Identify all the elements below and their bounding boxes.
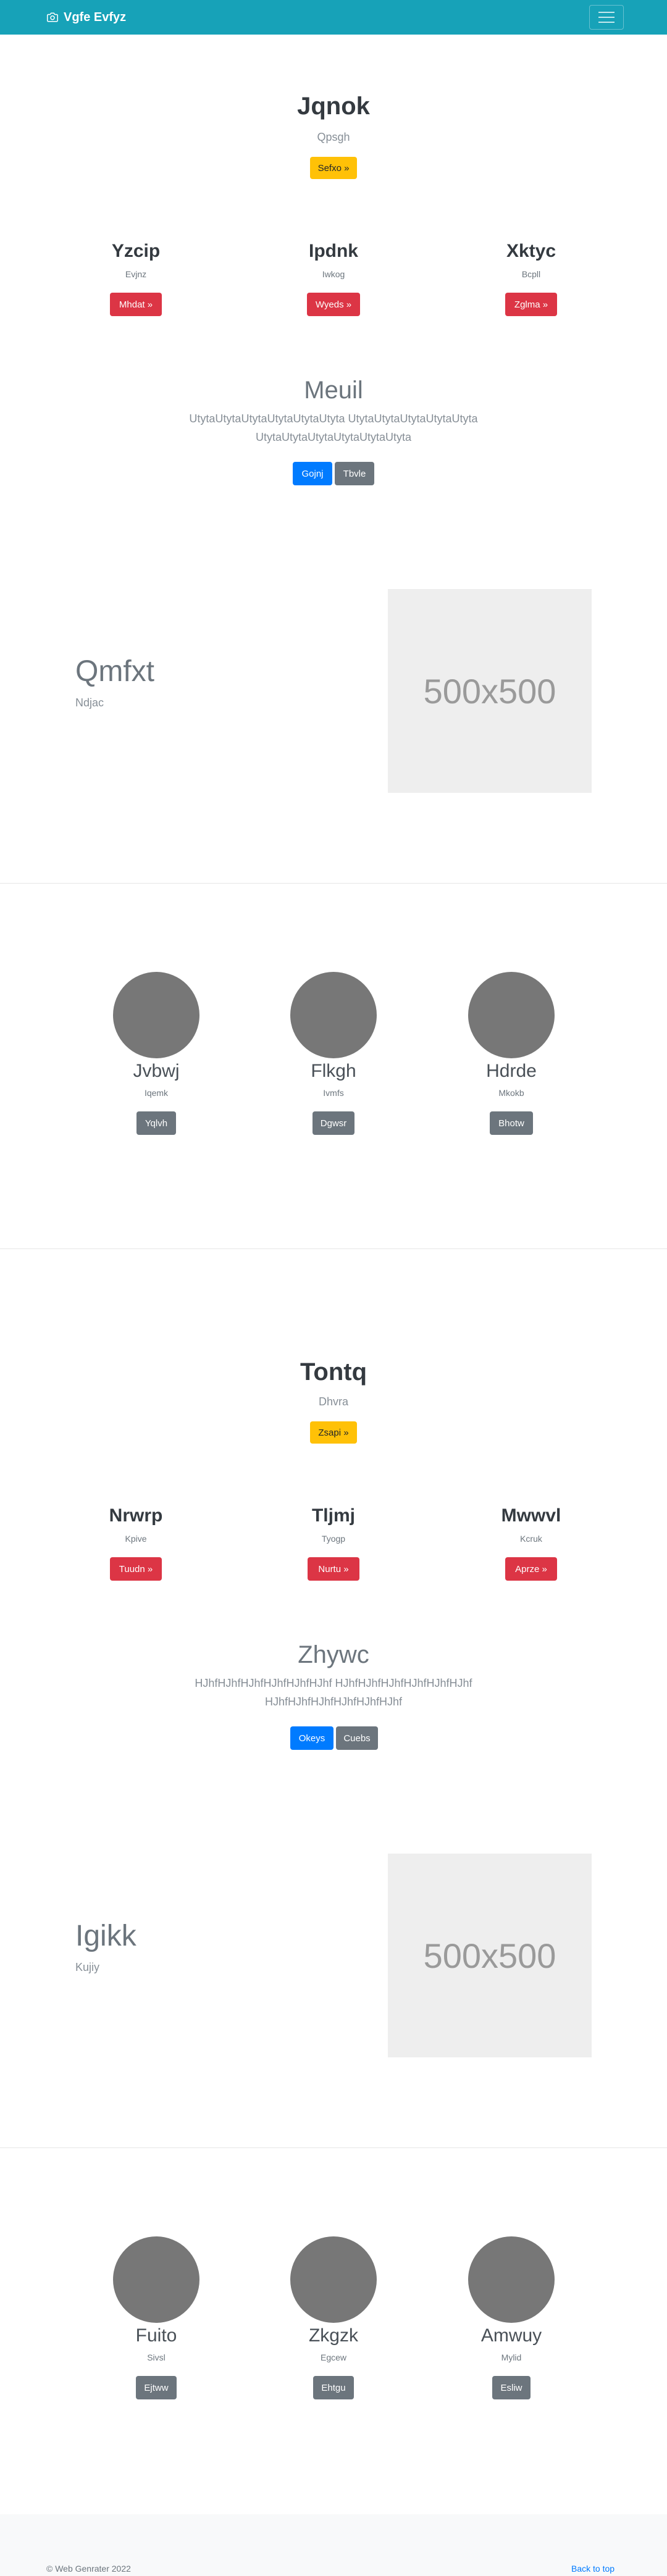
team-button[interactable]: Ejtww [136, 2376, 177, 2399]
hamburger-icon-bar [598, 17, 615, 18]
team-name: Jvbwj [133, 1061, 180, 1081]
section2-title: Tontq [300, 1358, 367, 1386]
divider [0, 2147, 667, 2148]
hero-image-placeholder: 500x500 [388, 1854, 592, 2057]
navbar: Vgfe Evfyz [0, 0, 667, 35]
team-button[interactable]: Dgwsr [313, 1111, 354, 1135]
feature-button[interactable]: Mhdat » [110, 293, 162, 316]
hero-subtitle: Ndjac [75, 696, 104, 709]
hamburger-icon-bar [598, 12, 615, 13]
footer: © Web Genrater 2022 Back to top [0, 2514, 667, 2576]
team-button[interactable]: Yqlvh [136, 1111, 176, 1135]
feature-button[interactable]: Wyeds » [307, 293, 360, 316]
team-name: Zkgzk [308, 2325, 358, 2346]
feature-button[interactable]: Zglma » [505, 293, 557, 316]
feature-subtitle: Kpive [125, 1534, 147, 1544]
feature-button[interactable]: Tuudn » [110, 1557, 162, 1581]
feature-title: Nrwrp [109, 1505, 163, 1526]
team-name: Hdrde [486, 1061, 537, 1081]
meuil-text-line1: UtytaUtytaUtytaUtytaUtytaUtyta UtytaUtyt… [189, 412, 478, 425]
hero-image-label: 500x500 [423, 671, 556, 711]
hamburger-icon-bar [598, 22, 615, 23]
meuil-secondary-button[interactable]: Tbvle [335, 462, 374, 485]
zhywc-title: Zhywc [298, 1641, 369, 1668]
zhywc-text-line1: HJhfHJhfHJhfHJhfHJhfHJhf HJhfHJhfHJhfHJh… [195, 1677, 472, 1689]
team-role: Sivsl [147, 2352, 166, 2362]
avatar [113, 972, 199, 1058]
avatar [113, 2236, 199, 2323]
feature-title: Mwwvl [501, 1505, 561, 1526]
hero-image-label: 500x500 [423, 1936, 556, 1975]
navbar-toggler[interactable] [589, 5, 624, 30]
meuil-primary-button[interactable]: Gojnj [293, 462, 332, 485]
feature-title: Tljmj [311, 1505, 355, 1526]
section2-subtitle: Dhvra [318, 1395, 348, 1408]
avatar [468, 972, 555, 1058]
hero-title: Qmfxt [75, 655, 154, 688]
zhywc-primary-button[interactable]: Okeys [290, 1726, 334, 1750]
avatar [468, 2236, 555, 2323]
divider [0, 1248, 667, 1249]
hero-image-placeholder: 500x500 [388, 589, 592, 793]
section2-button[interactable]: Zsapi » [310, 1421, 357, 1444]
team-name: Flkgh [311, 1061, 356, 1081]
feature-title: Ipdnk [309, 241, 358, 261]
divider [0, 883, 667, 884]
zhywc-text-line2: HJhfHJhfHJhfHJhfHJhfHJhf [264, 1696, 403, 1708]
hero-subtitle: Kujiy [75, 1961, 100, 1973]
avatar [290, 972, 377, 1058]
meuil-text-line2: UtytaUtytaUtytaUtytaUtytaUtyta [255, 431, 412, 443]
back-to-top-link[interactable]: Back to top [571, 2564, 615, 2574]
feature-subtitle: Iwkog [322, 269, 345, 279]
team-name: Amwuy [480, 2325, 542, 2346]
section1-title: Jqnok [297, 93, 370, 120]
feature-button[interactable]: Aprze » [505, 1557, 557, 1581]
avatar [290, 2236, 377, 2323]
team-role: Mylid [501, 2352, 522, 2362]
team-role: Ivmfs [323, 1088, 344, 1098]
team-role: Egcew [320, 2352, 347, 2362]
camera-icon [47, 12, 58, 22]
footer-copyright: © Web Genrater 2022 [46, 2564, 131, 2574]
brand-link[interactable]: Vgfe Evfyz [46, 9, 126, 26]
feature-subtitle: Kcruk [520, 1534, 542, 1544]
feature-title: Yzcip [111, 241, 161, 261]
team-role: Mkokb [498, 1088, 524, 1098]
team-button[interactable]: Ehtgu [313, 2376, 354, 2399]
team-button[interactable]: Bhotw [490, 1111, 533, 1135]
hero-title: Igikk [75, 1920, 136, 1952]
team-name: Fuito [135, 2325, 177, 2346]
feature-subtitle: Tyogp [321, 1534, 346, 1544]
feature-button[interactable]: Nurtu » [308, 1557, 359, 1581]
section1-subtitle: Qpsgh [317, 131, 350, 143]
team-button[interactable]: Esliw [492, 2376, 531, 2399]
feature-subtitle: Evjnz [125, 269, 147, 279]
team-role: Iqemk [144, 1088, 169, 1098]
feature-title: Xktyc [506, 241, 556, 261]
section1-button[interactable]: Sefxo » [310, 157, 357, 179]
meuil-title: Meuil [304, 377, 363, 404]
zhywc-secondary-button[interactable]: Cuebs [336, 1726, 378, 1750]
feature-subtitle: Bcpll [521, 269, 541, 279]
brand-name: Vgfe Evfyz [64, 10, 127, 24]
